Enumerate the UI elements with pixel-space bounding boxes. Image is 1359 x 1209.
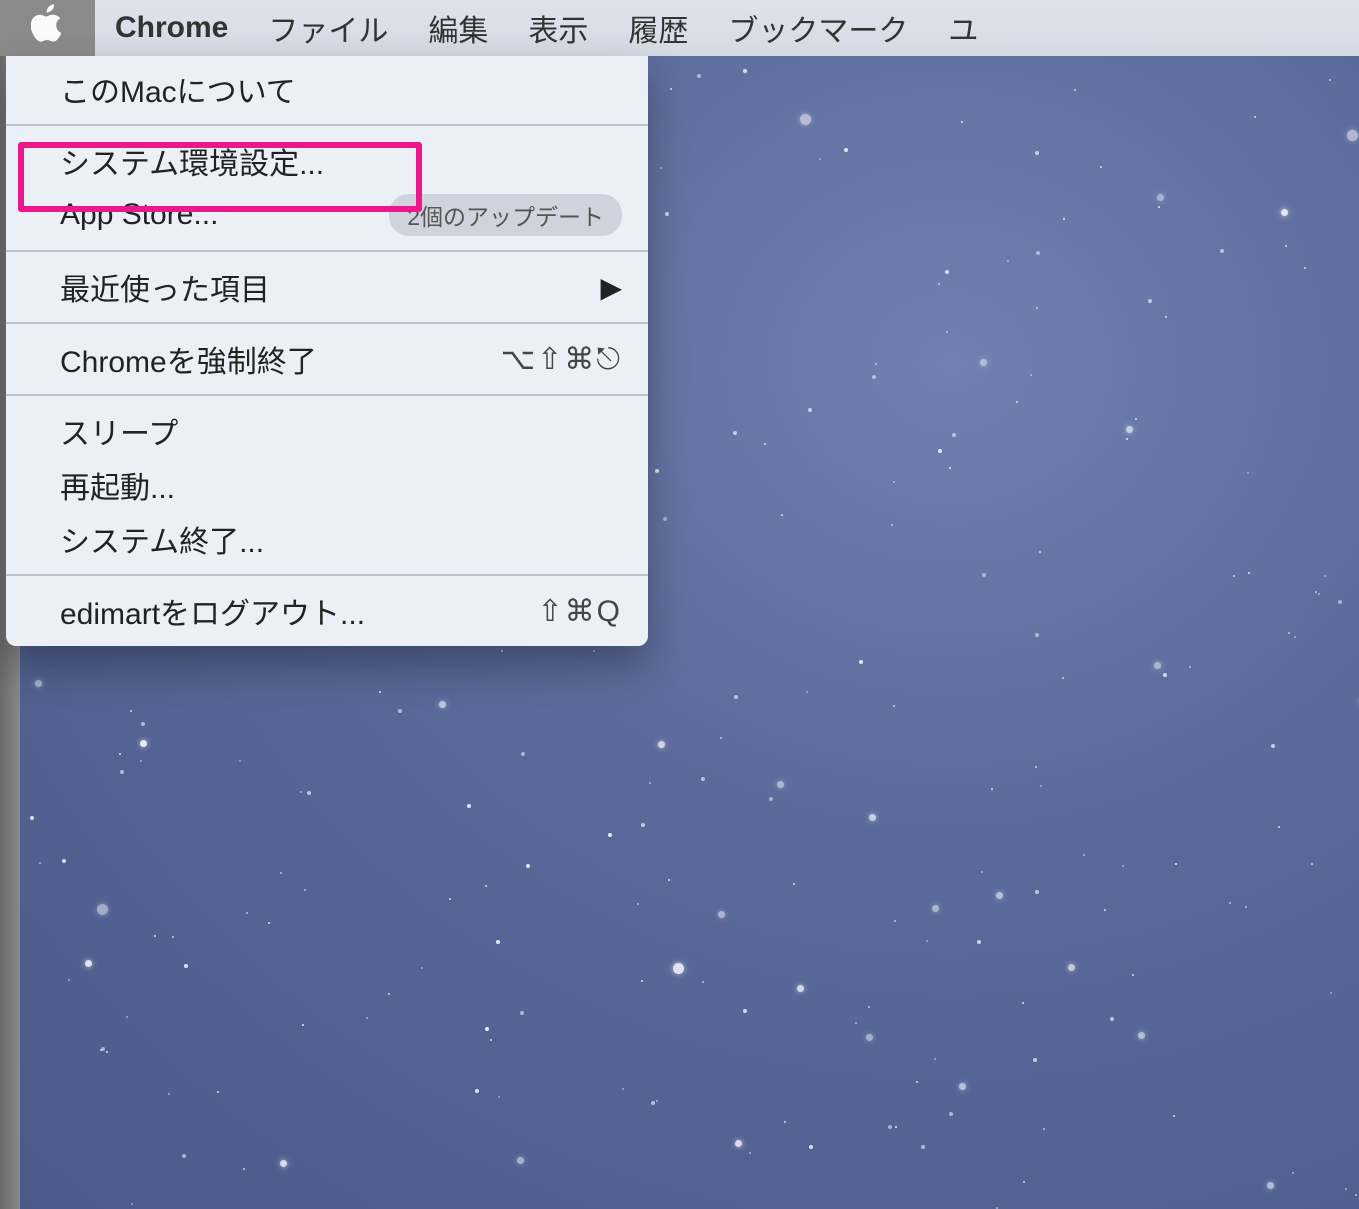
menu-item-log-out[interactable]: edimartをログアウト... ⇧⌘Q: [6, 584, 648, 638]
menu-item-recent-items[interactable]: 最近使った項目 ▶: [6, 260, 648, 314]
menu-separator: [6, 250, 648, 252]
keyboard-shortcut: ⌥⇧⌘⎋: [501, 342, 622, 377]
menubar-item-history[interactable]: 履歴: [608, 0, 708, 56]
menubar: Chrome ファイル 編集 表示 履歴 ブックマーク ユ: [0, 0, 1359, 56]
menubar-item-truncated[interactable]: ユ: [928, 0, 998, 56]
apple-logo-icon: [31, 4, 65, 52]
menu-item-label: Chromeを強制終了: [60, 337, 317, 381]
keyboard-shortcut: ⇧⌘Q: [538, 594, 622, 629]
menu-item-label: 再起動...: [60, 463, 175, 507]
menubar-label: ユ: [948, 6, 978, 50]
update-count-badge: 2個のアップデート: [389, 194, 622, 236]
menu-separator: [6, 322, 648, 324]
menubar-item-edit[interactable]: 編集: [408, 0, 508, 56]
menubar-label: 履歴: [628, 6, 688, 50]
menu-item-label: App Store...: [60, 198, 218, 232]
menu-item-shut-down[interactable]: システム終了...: [6, 512, 648, 566]
apple-menu-button[interactable]: [0, 0, 95, 56]
menu-item-label: このMacについて: [60, 67, 296, 111]
menubar-label: 表示: [528, 6, 588, 50]
menu-item-sleep[interactable]: スリープ: [6, 404, 648, 458]
menu-item-label: システム終了...: [60, 517, 264, 561]
menu-item-label: edimartをログアウト...: [60, 589, 365, 633]
menu-separator: [6, 394, 648, 396]
menu-item-app-store[interactable]: App Store... 2個のアップデート: [6, 188, 648, 242]
menu-item-label: システム環境設定...: [60, 139, 324, 183]
apple-menu-dropdown: このMacについて システム環境設定... App Store... 2個のアッ…: [6, 56, 648, 646]
menu-item-force-quit[interactable]: Chromeを強制終了 ⌥⇧⌘⎋: [6, 332, 648, 386]
menu-separator: [6, 124, 648, 126]
menu-item-system-preferences[interactable]: システム環境設定...: [6, 134, 648, 188]
menubar-label: ブックマーク: [728, 6, 908, 50]
menu-item-about-this-mac[interactable]: このMacについて: [6, 62, 648, 116]
menubar-item-bookmarks[interactable]: ブックマーク: [708, 0, 928, 56]
menu-separator: [6, 574, 648, 576]
menubar-label: Chrome: [115, 11, 228, 45]
menubar-item-view[interactable]: 表示: [508, 0, 608, 56]
menubar-label: ファイル: [268, 6, 388, 50]
submenu-arrow-icon: ▶: [600, 271, 622, 304]
menu-item-label: 最近使った項目: [60, 265, 270, 309]
menubar-item-file[interactable]: ファイル: [248, 0, 408, 56]
menubar-item-chrome[interactable]: Chrome: [95, 0, 248, 56]
menubar-label: 編集: [428, 6, 488, 50]
menu-item-restart[interactable]: 再起動...: [6, 458, 648, 512]
menu-item-label: スリープ: [60, 409, 178, 453]
